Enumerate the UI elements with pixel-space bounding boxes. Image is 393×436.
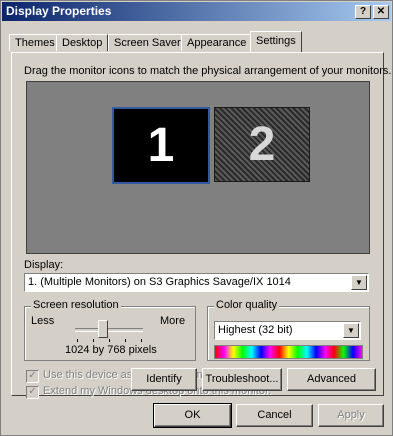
resolution-more-label: More	[160, 315, 186, 327]
screen-resolution-legend: Screen resolution	[31, 299, 121, 311]
tab-desktop[interactable]: Desktop	[56, 34, 109, 51]
tab-appearance[interactable]: Appearance	[181, 34, 253, 51]
primary-monitor-checkbox[interactable]: ✓	[26, 370, 39, 383]
slider-tick	[77, 339, 78, 342]
slider-tick	[109, 339, 110, 342]
cancel-button[interactable]: Cancel	[236, 404, 313, 427]
display-properties-window: Display Properties ? ✕ Themes Desktop Sc…	[0, 0, 393, 436]
color-quality-group: Color quality Highest (32 bit) ▼	[207, 299, 370, 361]
color-quality-value: Highest (32 bit)	[218, 324, 293, 336]
ok-button[interactable]: OK	[153, 403, 232, 428]
resolution-value: 1024 by 768 pixels	[65, 344, 157, 356]
slider-tick	[141, 339, 142, 342]
settings-panel: Drag the monitor icons to match the phys…	[11, 52, 391, 399]
slider-tick	[125, 339, 126, 342]
color-quality-legend: Color quality	[214, 299, 280, 311]
monitor-arrangement-area: 1 2	[26, 81, 370, 254]
arrangement-instruction: Drag the monitor icons to match the phys…	[24, 65, 392, 77]
monitor-1-icon[interactable]: 1	[112, 107, 210, 184]
apply-button[interactable]: Apply	[318, 404, 384, 427]
window-title: Display Properties	[6, 4, 112, 18]
color-quality-select[interactable]: Highest (32 bit) ▼	[214, 321, 361, 340]
display-select-value: 1. (Multiple Monitors) on S3 Graphics Sa…	[28, 276, 291, 288]
slider-tick	[93, 339, 94, 342]
display-label: Display:	[24, 259, 64, 271]
color-quality-preview-bar	[214, 345, 363, 359]
resolution-less-label: Less	[31, 315, 55, 327]
chevron-down-icon[interactable]: ▼	[351, 275, 367, 290]
resolution-slider-track[interactable]	[75, 328, 143, 332]
advanced-button[interactable]: Advanced	[287, 368, 376, 391]
identify-button[interactable]: Identify	[131, 368, 197, 391]
troubleshoot-button[interactable]: Troubleshoot...	[202, 368, 282, 391]
title-bar: Display Properties ? ✕	[2, 2, 391, 21]
help-button[interactable]: ?	[355, 5, 371, 19]
close-button[interactable]: ✕	[373, 5, 389, 19]
display-select[interactable]: 1. (Multiple Monitors) on S3 Graphics Sa…	[24, 273, 369, 292]
tab-settings[interactable]: Settings	[250, 31, 302, 52]
chevron-down-icon[interactable]: ▼	[343, 323, 359, 338]
monitor-2-icon[interactable]: 2	[214, 107, 310, 182]
tab-screen-saver[interactable]: Screen Saver	[108, 34, 187, 51]
tab-themes[interactable]: Themes	[9, 34, 61, 51]
extend-desktop-checkbox[interactable]: ✓	[26, 386, 39, 399]
resolution-slider-thumb[interactable]	[98, 320, 108, 338]
screen-resolution-group: Screen resolution Less More 1024 by 768 …	[24, 299, 196, 361]
